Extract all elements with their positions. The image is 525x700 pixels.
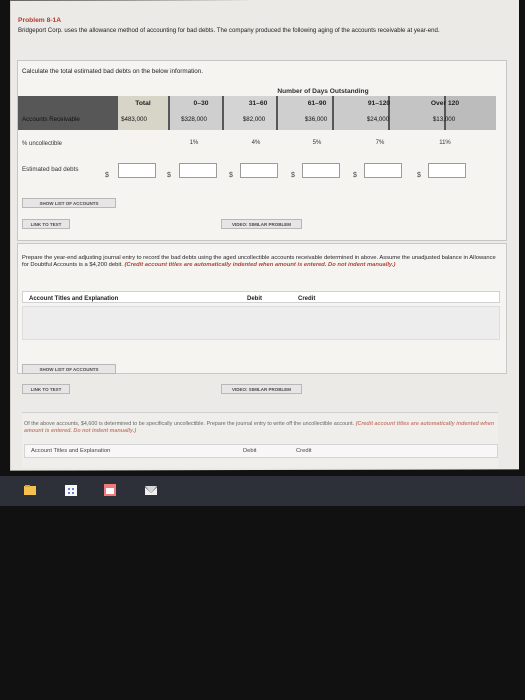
pct-31-60: 4% [251,140,261,146]
show-list-of-accounts-button[interactable]: SHOW LIST OF ACCOUNTS [22,364,116,374]
header-31-60: 31–60 [248,100,268,107]
calendar-icon[interactable] [103,483,117,497]
account-titles-header: Account Titles and Explanation [31,448,111,454]
dollar-sign: $ [105,172,109,179]
mail-icon[interactable] [144,483,158,497]
dollar-sign: $ [167,172,171,179]
header-91-120: 91–120 [367,100,391,107]
link-to-text-button[interactable]: LINK TO TEXT [22,384,70,394]
write-off-instructions: Of the above accounts, $4,600 is determi… [24,421,499,435]
video-similar-problem-button[interactable]: VIDEO: SIMILAR PROBLEM [221,384,302,394]
pct-0-30: 1% [189,140,199,146]
dollar-sign: $ [229,172,233,179]
estimated-91-120-input[interactable] [364,163,402,178]
video-similar-problem-button[interactable]: VIDEO: SIMILAR PROBLEM [221,219,302,229]
header-61-90: 61–90 [307,100,327,107]
debit-header: Debit [243,448,257,454]
ar-0-30: $328,000 [181,116,207,123]
problem-title: Problem 8-1A [18,17,62,24]
pct-over-120: 11% [439,140,451,146]
credit-header: Credit [296,448,312,454]
dollar-sign: $ [291,172,295,179]
journal-header: Account Titles and Explanation Debit Cre… [22,291,500,303]
file-explorer-icon[interactable] [23,483,37,497]
credit-header: Credit [298,296,316,302]
pct-61-90: 5% [312,140,322,146]
header-over-120: Over 120 [430,100,460,107]
header-0-30: 0–30 [193,100,209,107]
debit-header: Debit [247,296,262,302]
ar-over-120: $13,000 [432,116,456,123]
ar-31-60: $82,000 [242,116,266,123]
ar-91-120: $24,000 [366,116,390,123]
estimated-bad-debts-label: Estimated bad debts [22,166,79,173]
estimated-31-60-input[interactable] [240,163,278,178]
estimated-over-120-input[interactable] [428,163,466,178]
taskbar [0,476,525,506]
show-list-of-accounts-button[interactable]: SHOW LIST OF ACCOUNTS [22,198,116,208]
journal-header-2: Account Titles and Explanation Debit Cre… [24,444,498,458]
photographed-screen: Problem 8-1A Bridgeport Corp. uses the a… [0,0,525,700]
calculate-label: Calculate the total estimated bad debts … [22,68,203,75]
estimated-0-30-input[interactable] [179,163,217,178]
account-titles-header: Account Titles and Explanation [29,296,119,302]
dollar-sign: $ [353,172,357,179]
header-total: Total [135,100,151,107]
write-off-text: Of the above accounts, $4,600 is determi… [24,421,356,427]
journal-entry-area[interactable] [22,306,500,340]
dollar-sign: $ [417,172,421,179]
problem-intro: Bridgeport Corp. uses the allowance meth… [18,27,440,34]
ar-total: $483,000 [121,116,147,123]
accounts-receivable-label: Accounts Receivable [22,116,80,123]
store-icon[interactable] [64,483,78,497]
instructions-note: (Credit account titles are automatically… [124,262,396,268]
estimated-61-90-input[interactable] [302,163,340,178]
pct-91-120: 7% [375,140,385,146]
ar-61-90: $36,000 [304,116,328,123]
aging-header: Number of Days Outstanding [277,88,369,95]
link-to-text-button[interactable]: LINK TO TEXT [22,219,70,229]
estimated-total-input[interactable] [118,163,156,178]
uncollectible-label: % uncollectible [22,141,63,147]
adjusting-entry-instructions: Prepare the year-end adjusting journal e… [22,255,502,269]
